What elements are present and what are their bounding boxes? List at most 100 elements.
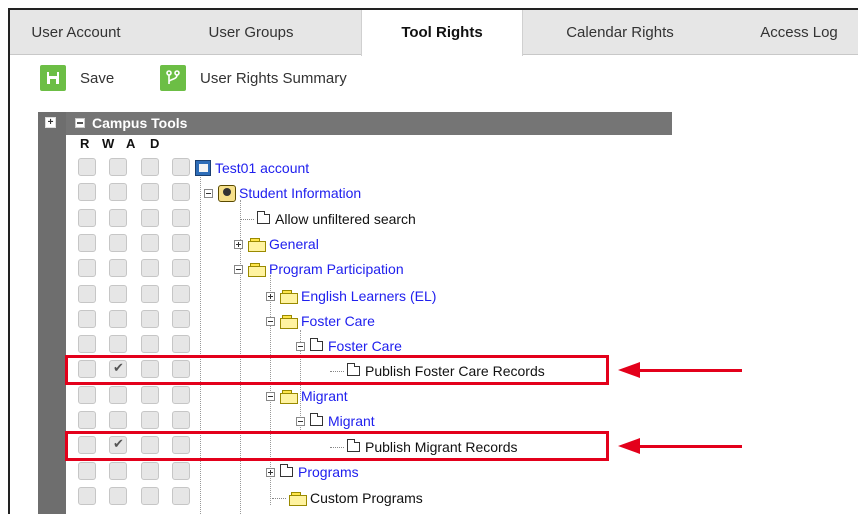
checkbox-write[interactable]: [109, 335, 127, 353]
folder-icon: [248, 262, 266, 277]
collapse-node-icon[interactable]: [296, 416, 305, 426]
tree-node-custom-programs[interactable]: Custom Programs: [272, 487, 423, 509]
checkbox-delete[interactable]: [172, 310, 190, 328]
checkbox-add[interactable]: [141, 411, 159, 429]
checkbox-write[interactable]: [109, 411, 127, 429]
tab-calendar-rights[interactable]: Calendar Rights: [546, 10, 694, 55]
highlight-box-migrant: [65, 431, 609, 461]
user-rights-summary-button[interactable]: User Rights Summary: [160, 64, 347, 92]
checkbox-delete[interactable]: [172, 234, 190, 252]
checkbox-write[interactable]: [109, 183, 127, 201]
checkbox-add[interactable]: [141, 285, 159, 303]
tree-node-label[interactable]: Migrant: [301, 385, 348, 407]
checkbox-delete[interactable]: [172, 183, 190, 201]
tab-access-log[interactable]: Access Log: [740, 10, 858, 55]
expand-node-icon[interactable]: [234, 239, 243, 249]
save-button[interactable]: Save: [40, 64, 114, 92]
checkbox-read[interactable]: [78, 310, 96, 328]
checkbox-write[interactable]: [109, 158, 127, 176]
checkbox-add[interactable]: [141, 234, 159, 252]
checkbox-delete[interactable]: [172, 285, 190, 303]
tree-node-label[interactable]: Test01 account: [215, 157, 309, 179]
tree-node-test01-account[interactable]: Test01 account: [195, 157, 309, 179]
tree-node-foster-care-folder[interactable]: Foster Care: [266, 310, 375, 332]
checkbox-read[interactable]: [78, 259, 96, 277]
tree-node-label[interactable]: Student Information: [239, 182, 361, 204]
save-label: Save: [80, 69, 115, 87]
tree-node-label[interactable]: General: [269, 233, 319, 255]
collapse-node-icon[interactable]: [204, 188, 213, 198]
checkbox-write[interactable]: [109, 259, 127, 277]
expand-all-icon[interactable]: +: [45, 117, 56, 128]
checkbox-add[interactable]: [141, 209, 159, 227]
tree-node-allow-unfiltered-search[interactable]: Allow unfiltered search: [240, 208, 416, 230]
checkbox-write[interactable]: [109, 209, 127, 227]
checkbox-read[interactable]: [78, 335, 96, 353]
checkbox-read[interactable]: [78, 462, 96, 480]
checkbox-delete[interactable]: [172, 462, 190, 480]
checkbox-delete[interactable]: [172, 259, 190, 277]
collapse-node-icon[interactable]: [296, 341, 305, 351]
tab-tool-rights[interactable]: Tool Rights: [361, 10, 523, 56]
tree-node-label: Allow unfiltered search: [275, 211, 416, 227]
tree-node-foster-care-tool[interactable]: Foster Care: [296, 335, 402, 357]
checkbox-read[interactable]: [78, 234, 96, 252]
checkbox-read[interactable]: [78, 487, 96, 505]
folder-icon: [280, 314, 298, 329]
tree-node-general[interactable]: General: [234, 233, 319, 255]
tree-node-english-learners[interactable]: English Learners (EL): [266, 285, 436, 307]
checkbox-add[interactable]: [141, 335, 159, 353]
collapse-node-icon[interactable]: [234, 264, 243, 274]
tab-user-groups[interactable]: User Groups: [185, 10, 317, 55]
checkbox-add[interactable]: [141, 183, 159, 201]
tree-node-label[interactable]: Foster Care: [301, 310, 375, 332]
tree-node-migrant-tool[interactable]: Migrant: [296, 410, 375, 432]
tab-user-account[interactable]: User Account: [10, 10, 142, 55]
tree-node-label[interactable]: English Learners (EL): [301, 285, 436, 307]
checkbox-write[interactable]: [109, 285, 127, 303]
tree-node-program-participation[interactable]: Program Participation: [234, 258, 404, 280]
annotation-arrow: [636, 445, 742, 448]
checkbox-write[interactable]: [109, 386, 127, 404]
checkbox-write[interactable]: [109, 487, 127, 505]
checkbox-write[interactable]: [109, 234, 127, 252]
checkbox-add[interactable]: [141, 310, 159, 328]
tree-side-bar: +: [38, 112, 66, 514]
checkbox-delete[interactable]: [172, 209, 190, 227]
tree-node-label[interactable]: Program Participation: [269, 258, 404, 280]
checkbox-delete[interactable]: [172, 411, 190, 429]
tree-node-programs[interactable]: Programs: [266, 461, 359, 483]
checkbox-delete[interactable]: [172, 335, 190, 353]
tree-node-migrant-folder[interactable]: Migrant: [266, 385, 348, 407]
checkbox-add[interactable]: [141, 386, 159, 404]
tab-bar: User Account User Groups Tool Rights Cal…: [10, 10, 858, 56]
checkbox-add[interactable]: [141, 158, 159, 176]
checkbox-delete[interactable]: [172, 158, 190, 176]
collapse-icon[interactable]: [75, 118, 85, 128]
checkbox-write[interactable]: [109, 462, 127, 480]
checkbox-add[interactable]: [141, 462, 159, 480]
tree-node-student-information[interactable]: Student Information: [204, 182, 361, 204]
checkbox-write[interactable]: [109, 310, 127, 328]
tree-connector: [240, 218, 254, 220]
checkbox-read[interactable]: [78, 411, 96, 429]
checkbox-read[interactable]: [78, 158, 96, 176]
collapse-node-icon[interactable]: [266, 316, 275, 326]
column-header-w: W: [102, 136, 115, 151]
tree-node-label[interactable]: Migrant: [328, 410, 375, 432]
campus-tools-header: Campus Tools: [66, 112, 672, 135]
checkbox-read[interactable]: [78, 285, 96, 303]
folder-icon: [280, 289, 298, 304]
expand-node-icon[interactable]: [266, 467, 275, 477]
checkbox-add[interactable]: [141, 487, 159, 505]
tree-node-label[interactable]: Programs: [298, 461, 359, 483]
checkbox-read[interactable]: [78, 209, 96, 227]
checkbox-delete[interactable]: [172, 487, 190, 505]
checkbox-add[interactable]: [141, 259, 159, 277]
checkbox-read[interactable]: [78, 183, 96, 201]
collapse-node-icon[interactable]: [266, 391, 275, 401]
expand-node-icon[interactable]: [266, 291, 275, 301]
tree-node-label[interactable]: Foster Care: [328, 335, 402, 357]
checkbox-read[interactable]: [78, 386, 96, 404]
checkbox-delete[interactable]: [172, 386, 190, 404]
